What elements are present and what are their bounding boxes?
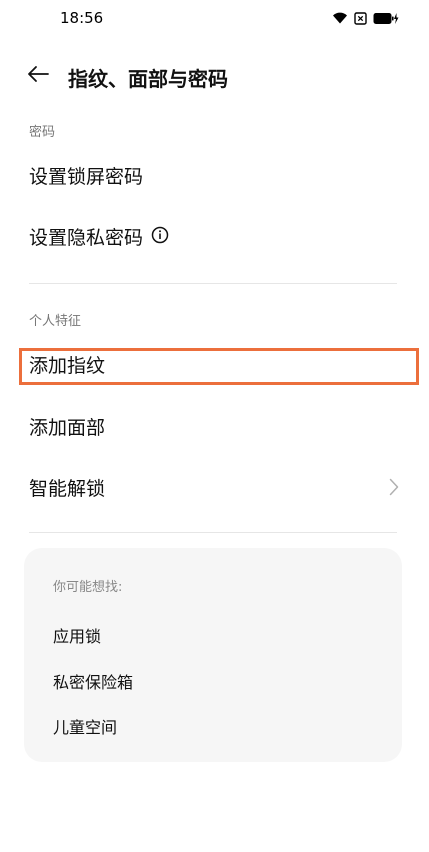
smart-unlock-item[interactable]: 智能解锁 xyxy=(0,461,429,513)
suggestion-kids-space[interactable]: 儿童空间 xyxy=(53,714,117,738)
suggestion-private-safe[interactable]: 私密保险箱 xyxy=(53,669,133,693)
status-icons xyxy=(332,10,399,29)
set-private-password-item[interactable]: 设置隐私密码 xyxy=(0,210,429,262)
wifi-icon xyxy=(332,10,348,29)
highlight-box xyxy=(19,348,419,385)
status-bar: 18:56 xyxy=(0,0,429,38)
divider xyxy=(29,283,397,284)
back-arrow-icon xyxy=(27,65,49,87)
suggestions-card: 你可能想找: 应用锁 私密保险箱 儿童空间 xyxy=(24,548,402,762)
set-lock-screen-password-item[interactable]: 设置锁屏密码 xyxy=(0,149,429,201)
back-button[interactable] xyxy=(24,62,52,90)
add-face-item[interactable]: 添加面部 xyxy=(0,400,429,452)
smart-unlock-label: 智能解锁 xyxy=(29,478,106,500)
info-icon[interactable] xyxy=(151,226,169,248)
section-label-features: 个人特征 xyxy=(29,314,82,329)
sim-icon xyxy=(354,10,367,29)
suggestions-heading: 你可能想找: xyxy=(53,580,123,595)
section-label-password: 密码 xyxy=(29,125,56,140)
add-face-label: 添加面部 xyxy=(29,417,106,439)
chevron-right-icon xyxy=(389,478,399,500)
status-time: 18:56 xyxy=(60,9,104,27)
set-private-password-label: 设置隐私密码 xyxy=(29,227,144,249)
divider xyxy=(29,532,397,533)
header: 指纹、面部与密码 xyxy=(0,56,429,96)
page-title: 指纹、面部与密码 xyxy=(68,67,228,91)
suggestion-app-lock[interactable]: 应用锁 xyxy=(53,623,101,647)
set-lock-screen-password-label: 设置锁屏密码 xyxy=(29,166,144,188)
battery-icon xyxy=(373,10,399,29)
